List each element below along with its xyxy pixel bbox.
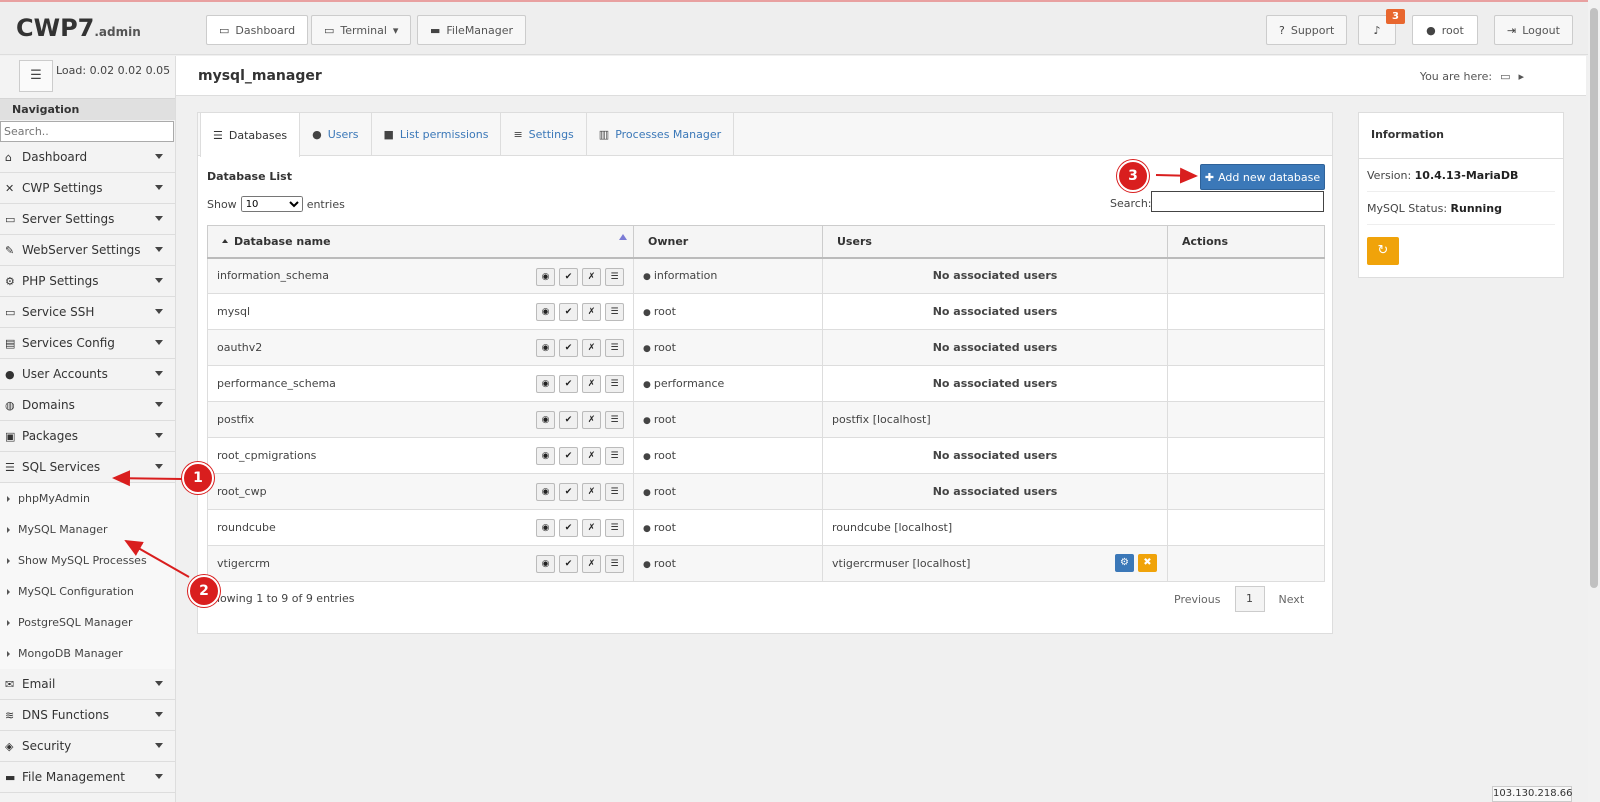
page-scrollbar[interactable] <box>1588 0 1600 802</box>
ip-address-label: 103.130.218.66 <box>1492 786 1573 802</box>
arrow-2 <box>124 540 190 578</box>
annotation-marker-2: 2 <box>188 575 220 607</box>
arrow-1 <box>112 470 183 487</box>
annotation-marker-3: 3 <box>1117 160 1149 192</box>
arrow-3 <box>1155 167 1198 184</box>
annotation-arrows <box>112 167 1198 578</box>
scrollbar-thumb[interactable] <box>1590 8 1598 588</box>
annotation-marker-1: 1 <box>182 462 214 494</box>
